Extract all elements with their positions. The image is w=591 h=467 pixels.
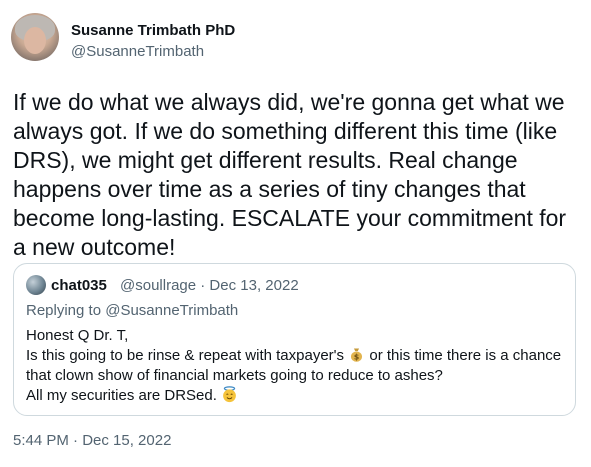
quoted-text-line: that clown show of financial markets goi… (26, 367, 443, 384)
halo-smile-icon (223, 386, 236, 403)
quoted-replying-to: Replying to @SusanneTrimbath (26, 302, 239, 319)
tweet-timestamp[interactable]: 5:44 PM · Dec 15, 2022 (13, 432, 171, 449)
quoted-text-line: Honest Q Dr. T, (26, 327, 129, 344)
quoted-author-name[interactable]: chat035 (51, 277, 107, 294)
quoted-tweet[interactable]: chat035 @soullrage · Dec 13, 2022 Replyi… (13, 263, 576, 416)
tweet-text-line: happens over time as a series of tiny ch… (13, 176, 526, 202)
author-name[interactable]: Susanne Trimbath PhD (71, 22, 235, 39)
tweet-text-line: always got. If we do something different… (13, 118, 558, 144)
author-handle[interactable]: @SusanneTrimbath (71, 43, 204, 60)
quoted-text-fragment: Is this going to be rinse & repeat with … (26, 347, 349, 364)
money-bag-icon: $ (351, 348, 363, 362)
tweet-text-line: become long-lasting. ESCALATE your commi… (13, 205, 567, 231)
author-avatar[interactable] (11, 13, 59, 61)
quoted-text-line: All my securities are DRSed. (26, 386, 571, 406)
quoted-author-avatar[interactable] (26, 275, 46, 295)
tweet-text-line: DRS), we might get different results. Re… (13, 147, 518, 173)
svg-text:$: $ (354, 353, 359, 362)
tweet-text: If we do what we always did, we're gonna… (13, 88, 583, 262)
tweet-text-line: If we do what we always did, we're gonna… (13, 89, 565, 115)
quoted-text-fragment: or this time there is a chance (365, 347, 562, 364)
quoted-text-line: Is this going to be rinse & repeat with … (26, 346, 571, 366)
quoted-author-meta: @soullrage · Dec 13, 2022 (120, 277, 299, 294)
quoted-text-fragment: All my securities are DRSed. (26, 387, 222, 404)
tweet-text-line: a new outcome! (13, 234, 176, 260)
quoted-tweet-text: Honest Q Dr. T, Is this going to be rins… (26, 326, 571, 406)
